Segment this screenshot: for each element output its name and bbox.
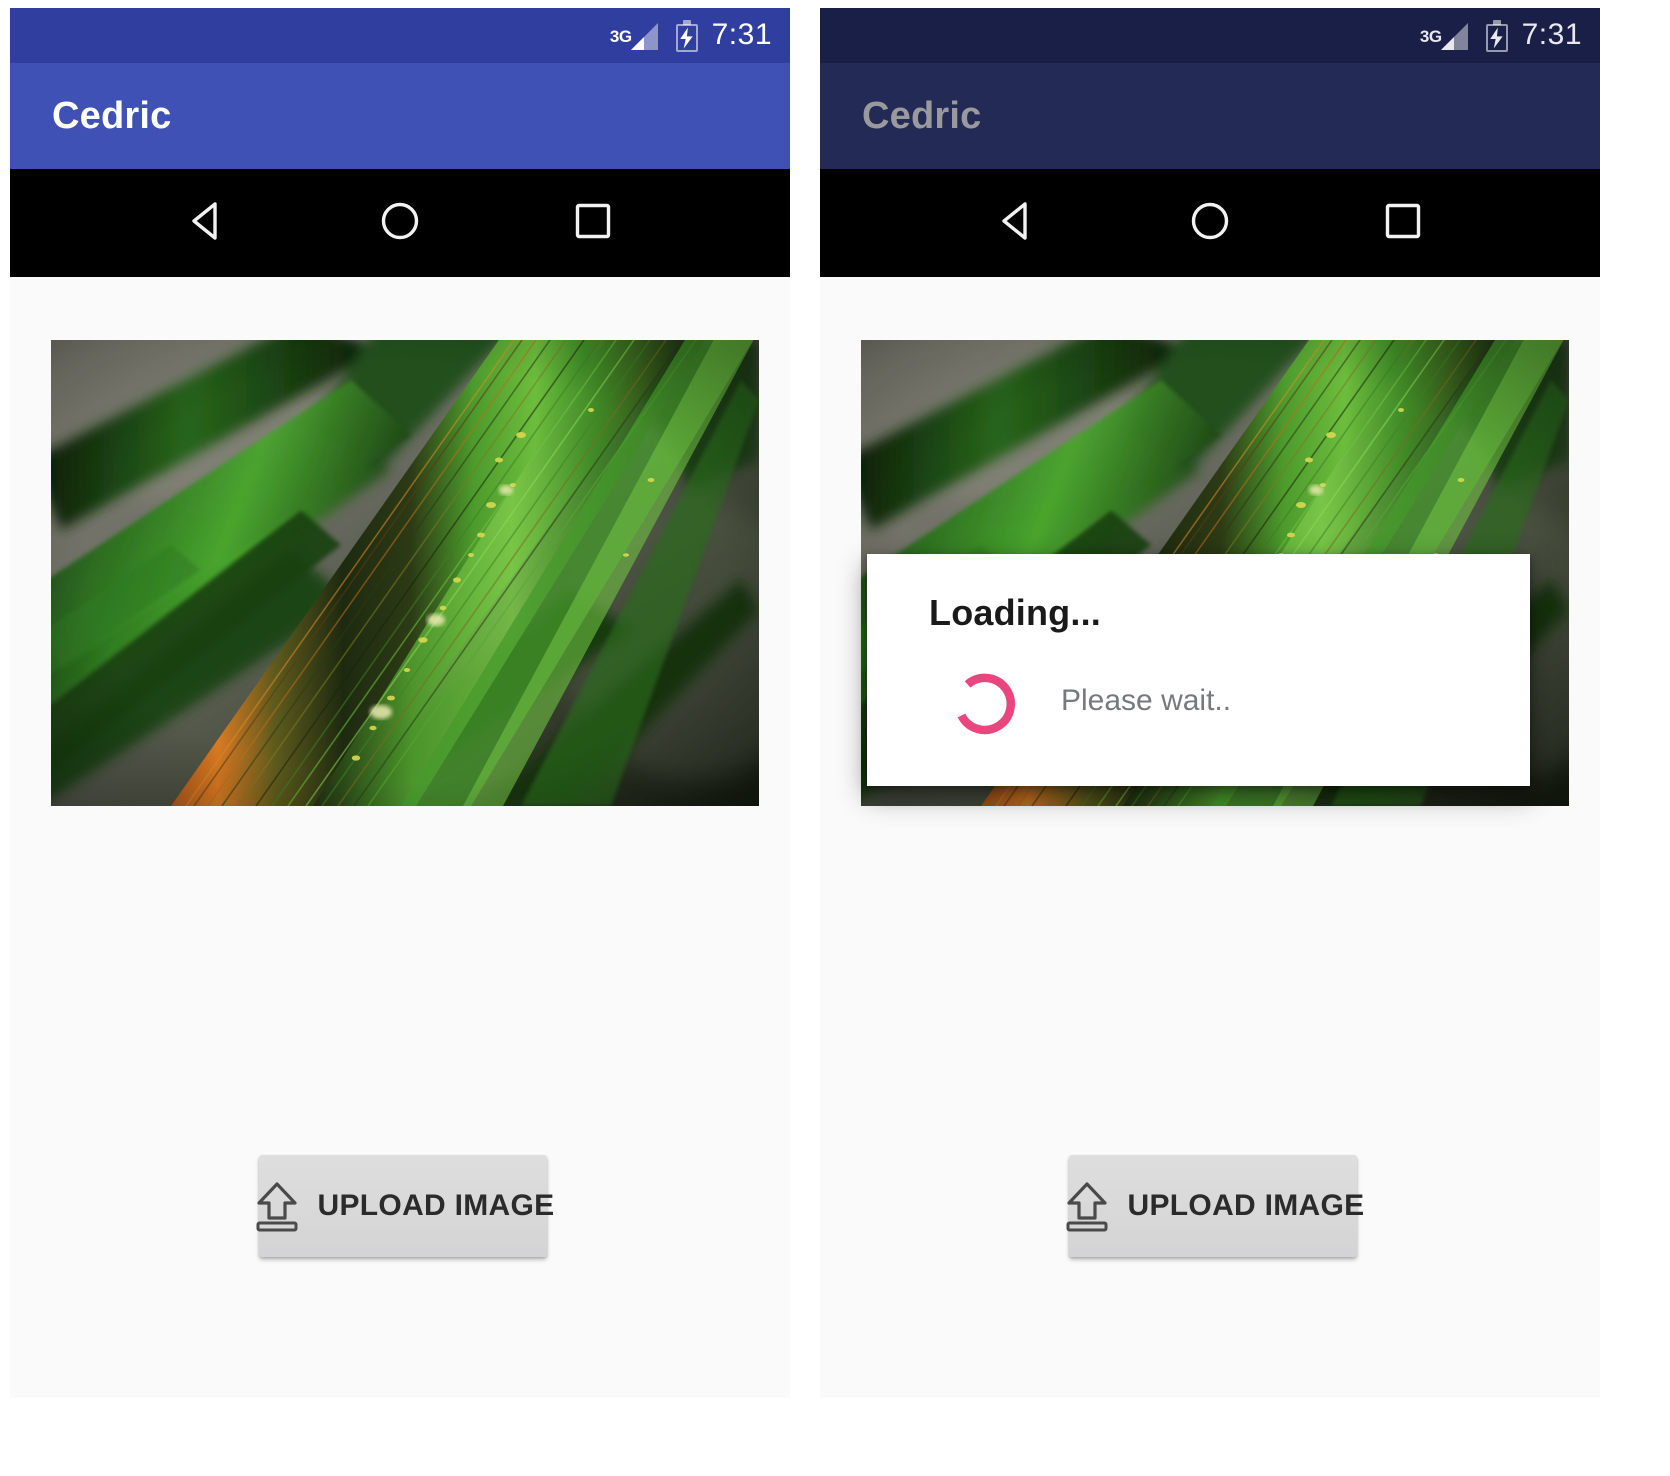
- status-bar: 3G 7:31: [10, 8, 790, 63]
- phone-screen-loading: 3G 7:31 Cedric UPLOAD IMAGE Loading... P…: [820, 8, 1600, 1398]
- home-circle-icon: [1184, 195, 1236, 252]
- recents-square-icon: [567, 195, 619, 252]
- app-title: Cedric: [862, 94, 982, 137]
- upload-arrow-icon: [1062, 1180, 1112, 1232]
- home-button[interactable]: [1177, 190, 1243, 256]
- upload-image-button-label: UPLOAD IMAGE: [1127, 1189, 1365, 1222]
- home-button[interactable]: [367, 190, 433, 256]
- back-triangle-icon: [991, 195, 1043, 252]
- app-bar: Cedric: [10, 63, 790, 169]
- status-bar-clock: 7:31: [1521, 17, 1582, 51]
- loading-dialog-title: Loading...: [929, 592, 1101, 633]
- back-button[interactable]: [984, 190, 1050, 256]
- recents-button[interactable]: [1370, 190, 1436, 256]
- upload-image-button[interactable]: UPLOAD IMAGE: [1066, 1155, 1364, 1257]
- app-title: Cedric: [52, 94, 172, 137]
- signal-cellular-3g-icon: 3G: [1418, 19, 1468, 53]
- upload-image-button[interactable]: UPLOAD IMAGE: [256, 1155, 554, 1257]
- home-circle-icon: [374, 195, 426, 252]
- back-button[interactable]: [174, 190, 240, 256]
- plant-macro-photo: [51, 340, 759, 806]
- status-bar-clock: 7:31: [711, 17, 772, 51]
- battery-charging-icon: [1485, 19, 1508, 52]
- signal-bars-icon: [628, 22, 658, 53]
- phone-screen-idle: 3G 7:31 Cedric UPLOAD IMAGE: [10, 8, 790, 1398]
- back-triangle-icon: [181, 195, 233, 252]
- status-bar-dimmed: 3G 7:31: [820, 8, 1600, 63]
- loading-dialog-message: Please wait..: [1061, 684, 1232, 717]
- signal-bars-icon: [1438, 22, 1468, 53]
- uploaded-image-preview: [51, 340, 759, 806]
- circular-progress-spinner-icon: [945, 666, 1017, 738]
- screenshot-stage: 3G 7:31 Cedric UPLOAD IMAGE 3G 7:31 Cedr…: [0, 0, 1670, 1476]
- upload-arrow-icon: [252, 1180, 302, 1232]
- android-navigation-bar: [820, 169, 1600, 277]
- app-bar-dimmed: Cedric: [820, 63, 1600, 169]
- loading-dialog: Loading... Please wait..: [867, 554, 1530, 786]
- upload-image-button-label: UPLOAD IMAGE: [317, 1189, 555, 1222]
- recents-button[interactable]: [560, 190, 626, 256]
- battery-charging-icon: [675, 19, 698, 52]
- recents-square-icon: [1377, 195, 1429, 252]
- android-navigation-bar: [10, 169, 790, 277]
- signal-cellular-3g-icon: 3G: [608, 19, 658, 53]
